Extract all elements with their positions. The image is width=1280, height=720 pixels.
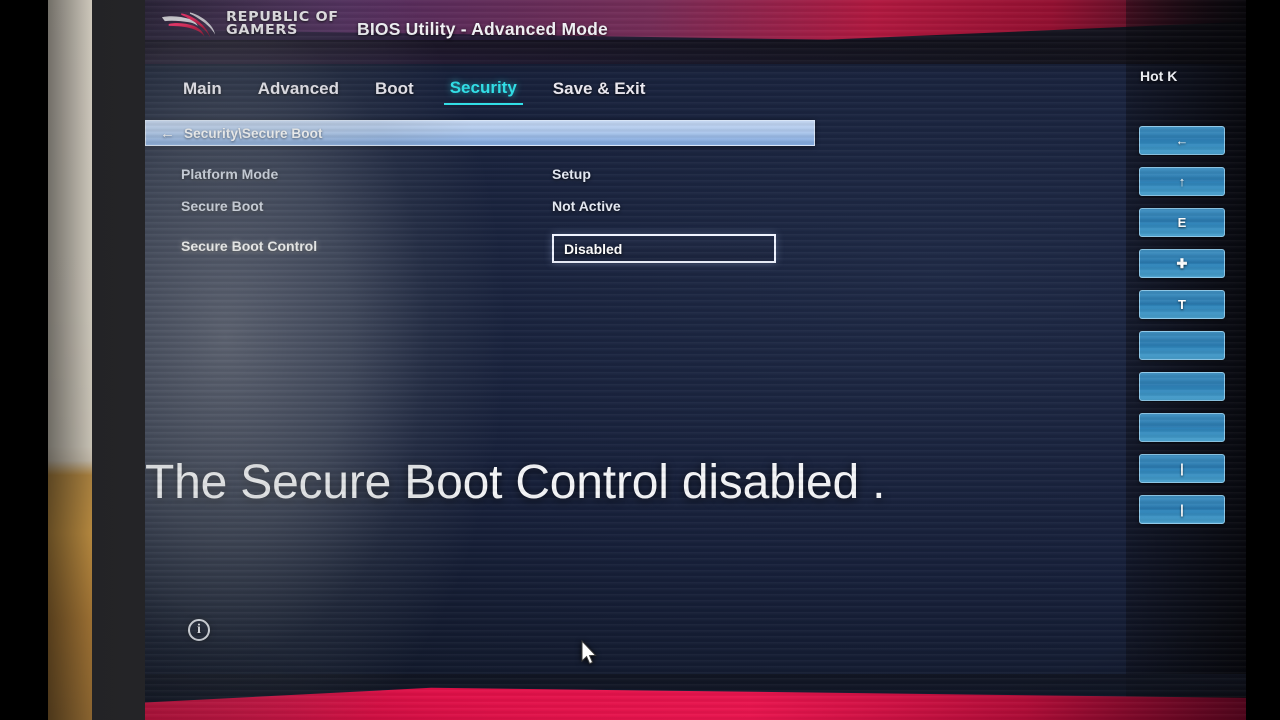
- header-shade: [145, 40, 1246, 74]
- hotkey-8[interactable]: [1139, 413, 1225, 442]
- hotkey-tab-key[interactable]: T: [1139, 290, 1225, 319]
- setting-value-platform-mode: Setup: [552, 166, 591, 182]
- overlay-message: The Secure Boot Control disabled .: [145, 456, 886, 509]
- back-arrow-icon[interactable]: ←: [160, 126, 175, 141]
- hotkeys-title: Hot K: [1140, 68, 1178, 84]
- screen-glare: [145, 0, 535, 720]
- tab-main[interactable]: Main: [177, 76, 228, 104]
- hotkeys-panel: Hot K ← ↑ E ✚ T | |: [1126, 0, 1246, 720]
- setting-row-secure-boot-control[interactable]: Secure Boot Control Disabled: [145, 230, 845, 263]
- breadcrumb[interactable]: ← Security\Secure Boot: [145, 120, 815, 146]
- crop-border-right: [1246, 0, 1280, 720]
- rog-brand: REPUBLIC OF GAMERS: [160, 9, 338, 39]
- menu-tabs: Main Advanced Boot Security Save & Exit: [145, 72, 1005, 108]
- breadcrumb-path: Security\Secure Boot: [184, 125, 323, 141]
- hotkey-enter-key[interactable]: E: [1139, 208, 1225, 237]
- hotkey-up-key[interactable]: ↑: [1139, 167, 1225, 196]
- secure-boot-control-value: Disabled: [564, 240, 623, 257]
- info-icon[interactable]: i: [188, 619, 210, 641]
- photo-of-laptop-screen: REPUBLIC OF GAMERS BIOS Utility - Advanc…: [0, 0, 1280, 720]
- hotkey-10[interactable]: |: [1139, 495, 1225, 524]
- setting-row-platform-mode[interactable]: Platform Mode Setup: [145, 158, 845, 190]
- rog-wordmark-line2: GAMERS: [226, 22, 298, 38]
- hotkey-back-key[interactable]: ←: [1139, 126, 1225, 155]
- tab-save-exit[interactable]: Save & Exit: [547, 76, 652, 104]
- setting-row-secure-boot[interactable]: Secure Boot Not Active: [145, 190, 845, 222]
- page-title: BIOS Utility - Advanced Mode: [357, 19, 608, 39]
- crop-border-left: [0, 0, 48, 720]
- mouse-pointer-icon: [581, 640, 597, 665]
- setting-label-secure-boot-control: Secure Boot Control: [181, 238, 318, 254]
- hotkey-plus-key[interactable]: ✚: [1139, 249, 1225, 278]
- setting-label-platform-mode: Platform Mode: [181, 166, 279, 182]
- tab-security[interactable]: Security: [443, 75, 523, 105]
- settings-list: Platform Mode Setup Secure Boot Not Acti…: [145, 158, 845, 263]
- bios-screen: REPUBLIC OF GAMERS BIOS Utility - Advanc…: [145, 0, 1246, 720]
- tab-boot[interactable]: Boot: [369, 76, 420, 104]
- setting-value-secure-boot: Not Active: [552, 198, 621, 214]
- hotkey-7[interactable]: [1139, 372, 1225, 401]
- info-icon-glyph: i: [197, 622, 201, 637]
- bottom-accent-band: [145, 674, 1246, 720]
- rog-eye-logo-icon: [161, 12, 216, 38]
- secure-boot-control-dropdown[interactable]: Disabled: [552, 234, 776, 263]
- hotkey-9[interactable]: |: [1139, 454, 1225, 483]
- setting-label-secure-boot: Secure Boot: [181, 198, 264, 214]
- hotkeys-list: ← ↑ E ✚ T | |: [1139, 126, 1225, 536]
- screen-scanlines: [145, 0, 1246, 720]
- tab-advanced[interactable]: Advanced: [252, 76, 345, 104]
- screen-vignette: [145, 0, 1246, 720]
- hotkey-6[interactable]: [1139, 331, 1225, 360]
- rog-wordmark: REPUBLIC OF GAMERS: [226, 10, 338, 37]
- settings-spacer: [145, 222, 845, 230]
